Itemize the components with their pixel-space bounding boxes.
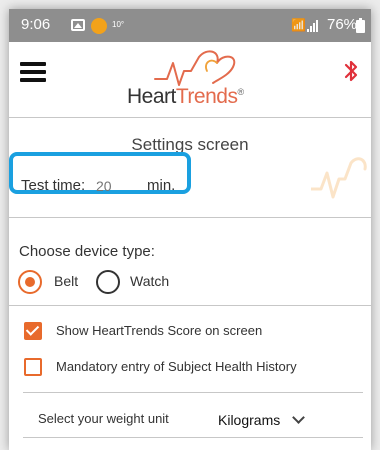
logo-heart-word: Heart	[127, 85, 176, 108]
device-divider	[9, 305, 371, 306]
radio-belt-label[interactable]: Belt	[54, 273, 78, 289]
logo-trends-word: Trends	[175, 85, 238, 108]
battery-percent: 76%	[327, 16, 358, 33]
hearttrends-logo: HeartTrends®	[121, 49, 271, 109]
weight-divider	[23, 437, 363, 438]
health-history-label[interactable]: Mandatory entry of Subject Health Histor…	[56, 359, 297, 374]
logo-text: HeartTrends®	[127, 85, 244, 109]
options-divider	[23, 392, 363, 393]
bluetooth-icon[interactable]	[344, 59, 358, 83]
weight-unit-label: Select your weight unit	[38, 411, 169, 426]
chevron-down-icon[interactable]	[292, 411, 305, 424]
radio-watch-label[interactable]: Watch	[130, 273, 169, 289]
show-score-label[interactable]: Show HeartTrends Score on screen	[56, 323, 262, 338]
heartbeat-watermark	[311, 157, 367, 199]
settings-divider	[9, 217, 371, 218]
header-divider	[9, 117, 371, 118]
gallery-icon	[71, 19, 85, 31]
test-time-input[interactable]	[96, 175, 141, 197]
test-time-label: Test time:	[21, 177, 86, 194]
hamburger-menu-icon[interactable]	[20, 62, 46, 82]
weight-unit-select[interactable]: Kilograms	[218, 412, 280, 428]
status-time: 9:06	[21, 16, 51, 33]
signal-icon	[307, 20, 321, 32]
screenshot-frame: 9:06 10° 📶 76% HeartTrends® Settings scr…	[0, 0, 380, 450]
show-score-checkbox[interactable]	[24, 322, 42, 340]
radio-watch[interactable]	[96, 270, 120, 294]
device-type-title: Choose device type:	[19, 243, 155, 260]
health-history-checkbox[interactable]	[24, 358, 42, 376]
app-notification-icon	[91, 18, 107, 34]
status-small-text: 10°	[112, 20, 125, 29]
test-time-unit: min.	[147, 177, 176, 194]
phone-screen: 9:06 10° 📶 76% HeartTrends® Settings scr…	[9, 9, 371, 450]
battery-icon	[356, 18, 365, 33]
status-bar: 9:06 10° 📶 76%	[9, 9, 371, 42]
logo-heart-graphic	[154, 50, 236, 86]
logo-registered-mark: ®	[237, 87, 244, 97]
wifi-icon: 📶	[291, 18, 306, 32]
radio-belt[interactable]	[18, 270, 42, 294]
